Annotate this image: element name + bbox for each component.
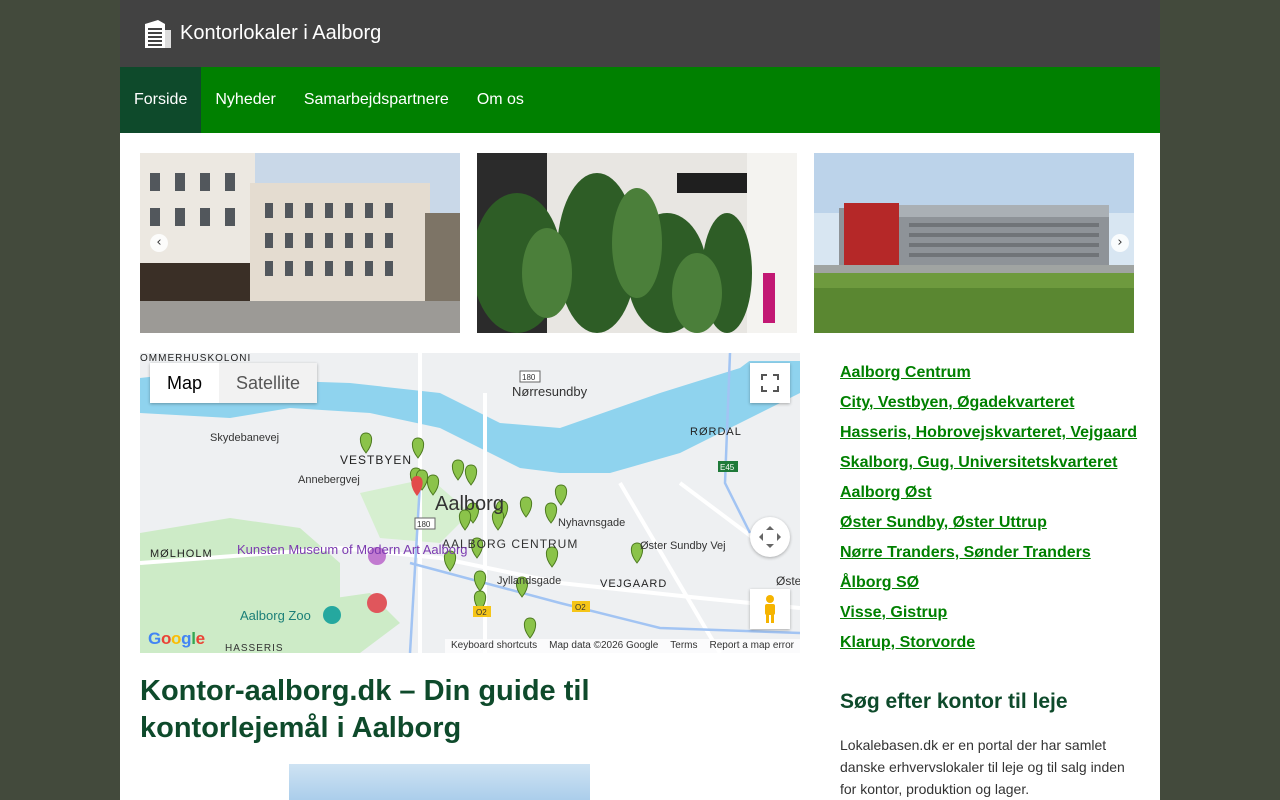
move-arrows-icon bbox=[759, 526, 781, 548]
slide-image-green-facade[interactable] bbox=[477, 153, 797, 333]
keyboard-shortcuts-link[interactable]: Keyboard shortcuts bbox=[451, 640, 537, 652]
image-slider: ‹ › bbox=[140, 153, 1134, 333]
office-building-icon bbox=[145, 19, 171, 48]
terms-link[interactable]: Terms bbox=[670, 640, 697, 652]
svg-text:Aalborg: Aalborg bbox=[435, 493, 504, 515]
svg-text:Aalborg Zoo: Aalborg Zoo bbox=[240, 608, 311, 623]
nav-item-forside[interactable]: Forside bbox=[120, 67, 202, 133]
fullscreen-icon bbox=[761, 374, 779, 392]
area-link-norre-tranders[interactable]: Nørre Tranders, Sønder Tranders bbox=[840, 538, 1150, 568]
svg-text:Jyllandsgade: Jyllandsgade bbox=[497, 575, 561, 587]
report-map-error-link[interactable]: Report a map error bbox=[710, 640, 794, 652]
area-link-hasseris[interactable]: Hasseris, Hobrovejskvarteret, Vejgaard bbox=[840, 418, 1150, 448]
map-data-text: Map data ©2026 Google bbox=[549, 640, 659, 651]
nav-item-om-os[interactable]: Om os bbox=[463, 67, 538, 133]
google-logo: Google bbox=[148, 629, 205, 648]
svg-text:VESTBYEN: VESTBYEN bbox=[340, 453, 412, 467]
svg-text:Kunsten Museum of Modern Art A: Kunsten Museum of Modern Art Aalborg bbox=[237, 542, 468, 557]
slider-prev-button[interactable]: ‹ bbox=[150, 234, 168, 252]
map-type-control: Map Satellite bbox=[150, 363, 318, 403]
main-nav: Forside Nyheder Samarbejdspartnere Om os bbox=[120, 67, 1160, 133]
nav-item-nyheder[interactable]: Nyheder bbox=[201, 67, 289, 133]
area-link-klarup-storvorde[interactable]: Klarup, Storvorde bbox=[840, 628, 1150, 658]
svg-text:HASSERIS: HASSERIS bbox=[225, 643, 284, 653]
svg-text:Nyhavnsgade: Nyhavnsgade bbox=[558, 517, 625, 529]
area-link-alborg-so[interactable]: Ålborg SØ bbox=[840, 568, 1150, 598]
street-view-pegman-button[interactable] bbox=[750, 589, 790, 629]
sidebar-heading: Søg efter kontor til leje bbox=[840, 690, 1068, 713]
area-link-oster-sundby[interactable]: Øster Sundby, Øster Uttrup bbox=[840, 508, 1150, 538]
svg-text:MØLHOLM: MØLHOLM bbox=[150, 548, 213, 560]
sidebar-description: Lokalebasen.dk er en portal der har saml… bbox=[840, 737, 1125, 797]
area-link-city-vestbyen[interactable]: City, Vestbyen, Øgadekvarteret bbox=[840, 388, 1150, 418]
svg-text:RØRDAL: RØRDAL bbox=[690, 426, 742, 438]
map-camera-control-button[interactable] bbox=[750, 517, 790, 557]
map-attribution: Keyboard shortcuts Map data ©2026 Google… bbox=[444, 639, 800, 653]
fullscreen-button[interactable] bbox=[750, 363, 790, 403]
slider-next-button[interactable]: › bbox=[1111, 234, 1129, 252]
area-link-aalborg-centrum[interactable]: Aalborg Centrum bbox=[840, 358, 1150, 388]
area-links-list: Aalborg Centrum City, Vestbyen, Øgadekva… bbox=[840, 358, 1150, 658]
svg-text:Annebergvej: Annebergvej bbox=[298, 474, 360, 486]
svg-text:Øster Sundby Vej: Øster Sundby Vej bbox=[640, 540, 726, 552]
slide-image-business-park[interactable] bbox=[814, 153, 1134, 333]
svg-text:Nørresundby: Nørresundby bbox=[512, 384, 588, 399]
page-heading: Kontor-aalborg.dk – Din guide til kontor… bbox=[140, 675, 590, 744]
svg-text:O2: O2 bbox=[575, 603, 586, 612]
svg-text:180: 180 bbox=[417, 520, 431, 529]
svg-text:Øste: Øste bbox=[776, 574, 800, 588]
map-type-map-button[interactable]: Map bbox=[150, 363, 220, 403]
area-link-skalborg[interactable]: Skalborg, Gug, Universitetskvarteret bbox=[840, 448, 1150, 478]
google-map[interactable]: OMMERHUSKOLONI Nørresundby VESTBYEN Skyd… bbox=[140, 353, 800, 653]
page-wrapper: Kontorlokaler i Aalborg Forside Nyheder … bbox=[120, 0, 1160, 800]
area-link-aalborg-ost[interactable]: Aalborg Øst bbox=[840, 478, 1150, 508]
svg-text:180: 180 bbox=[522, 373, 536, 382]
site-title[interactable]: Kontorlokaler i Aalborg bbox=[180, 22, 381, 45]
article-image bbox=[289, 764, 590, 800]
area-link-visse-gistrup[interactable]: Visse, Gistrup bbox=[840, 598, 1150, 628]
svg-text:O2: O2 bbox=[476, 608, 487, 617]
pegman-icon bbox=[765, 595, 775, 623]
site-header: Kontorlokaler i Aalborg bbox=[120, 0, 1160, 67]
nav-item-samarbejdspartnere[interactable]: Samarbejdspartnere bbox=[290, 67, 463, 133]
slide-image-city-building[interactable] bbox=[140, 153, 460, 333]
svg-text:VEJGAARD: VEJGAARD bbox=[600, 578, 667, 590]
svg-text:E45: E45 bbox=[720, 463, 735, 472]
map-type-satellite-button[interactable]: Satellite bbox=[219, 363, 318, 403]
svg-text:Skydebanevej: Skydebanevej bbox=[210, 432, 279, 444]
